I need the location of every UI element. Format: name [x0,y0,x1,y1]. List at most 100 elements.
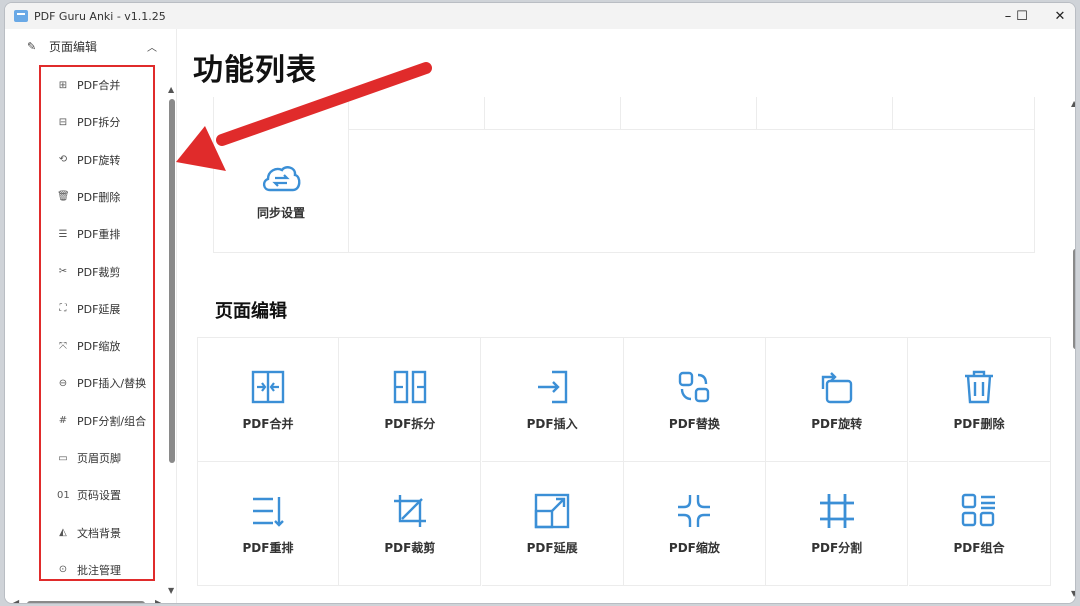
sidebar-item-13[interactable]: ⊙ 批注管理 [57,560,121,580]
sidebar-item-label: PDF合并 [77,79,121,92]
trash-icon: 🗑 [57,191,70,203]
feature-tile-label: PDF拆分 [384,417,436,431]
main-vertical-scrollbar[interactable] [1073,249,1075,349]
feature-tile-rotate[interactable]: PDF旋转 [766,338,909,462]
comment-icon: ⊙ [58,564,68,576]
scissors-icon: ✂ [58,266,68,277]
grid-split-icon [819,494,854,528]
feature-tile-label: PDF合并 [242,417,294,431]
feature-tile-label: PDF替换 [668,417,720,431]
feature-tile-label: PDF重排 [242,541,294,555]
insert-icon: ⊖ [58,377,68,389]
reorder-icon [253,497,284,527]
feature-tile-trash[interactable]: PDF删除 [908,338,1051,462]
app-logo-icon [14,10,28,22]
app-window: PDF Guru Anki - v1.1.25 – ☐ ✕ ✎ 页面编辑 ︿ ⊞… [4,2,1076,604]
feature-tile-crop[interactable]: PDF裁剪 [339,462,482,586]
sidebar-item-label: PDF删除 [77,190,121,204]
trash-icon [965,370,993,404]
feature-tile-label: PDF插入 [526,417,578,431]
crop-icon [393,495,426,527]
sidebar-item-0[interactable]: ⊞ PDF合并 [57,75,121,95]
main-content: 功能列表 同步设置 页面编辑 PDF合并 PDF拆分 PDF插入 PDF替换 PDF旋转… [177,29,1075,603]
chevron-up-icon[interactable]: ︿ [147,39,157,54]
paint-bucket-icon: ◭ [59,527,67,539]
sidebar-item-label: PDF旋转 [77,153,121,167]
feature-tile-insert[interactable]: PDF插入 [481,338,624,462]
feature-tile-scale[interactable]: PDF缩放 [623,462,766,586]
sidebar-item-8[interactable]: ⊖ PDF插入/替换 [57,373,146,393]
feature-tile-label: PDF裁剪 [384,541,436,555]
feature-tile-grid-split[interactable]: PDF分割 [766,462,909,586]
sidebar-item-12[interactable]: ◭ 文档背景 [57,523,121,543]
sidebar-section-label: 页面编辑 [49,39,98,54]
window-title: PDF Guru Anki - v1.1.25 [34,9,166,23]
merge-icon: ⊞ [58,79,68,91]
sidebar-item-7[interactable]: ⤧ PDF缩放 [57,336,120,356]
section-title: 页面编辑 [215,301,287,322]
sidebar-item-label: 文档背景 [77,526,121,540]
feature-tile-label: PDF旋转 [811,417,863,431]
feature-tile-combine[interactable]: PDF组合 [908,462,1051,586]
split-icon: ⊟ [58,116,68,128]
header-footer-icon: ▭ [58,452,68,464]
rotate-icon [821,372,852,404]
combine-icon [961,493,995,527]
feature-tile-merge[interactable]: PDF合并 [197,338,339,462]
sidebar-item-label: PDF分割/组合 [77,414,147,428]
cloud-sync-icon [262,165,301,191]
feature-tile-expand[interactable]: PDF延展 [481,462,624,586]
sidebar-item-label: 批注管理 [77,563,121,577]
sidebar: ✎ 页面编辑 ︿ ⊞ PDF合并 ⊟ PDF拆分 ⟲ PDF旋转 🗑 PDF删除 ☰ PDF重排 ✂… [5,29,177,603]
feature-tile-reorder[interactable]: PDF重排 [197,462,339,586]
page-number-icon: 01 [57,489,70,501]
title-bar: PDF Guru Anki - v1.1.25 – ☐ ✕ [5,3,1075,29]
feature-tile-label: PDF删除 [953,417,1005,431]
merge-icon [251,370,285,404]
sidebar-item-label: PDF延展 [77,302,121,316]
sidebar-item-6[interactable]: ⛶ PDF延展 [57,299,121,319]
sidebar-item-label: PDF重排 [77,228,121,242]
sidebar-item-label: PDF拆分 [77,116,121,130]
main-scroll-up-arrow[interactable]: ▲ [1071,99,1075,108]
sidebar-item-11[interactable]: 01 页码设置 [57,485,121,505]
sidebar-item-10[interactable]: ▭ 页眉页脚 [57,448,121,468]
hash-icon: # [58,415,68,427]
sidebar-item-label: PDF插入/替换 [77,377,147,391]
main-scroll-down-arrow[interactable]: ▼ [1071,589,1075,598]
scale-icon [678,495,711,527]
sidebar-item-9[interactable]: # PDF分割/组合 [57,411,146,431]
sidebar-section-page-edit[interactable]: ✎ 页面编辑 ︿ [27,35,157,57]
scroll-left-arrow[interactable]: ◀ [13,598,19,603]
sidebar-item-1[interactable]: ⊟ PDF拆分 [57,112,121,132]
feature-tile-label: PDF延展 [526,541,578,555]
sidebar-horizontal-scrollbar[interactable] [27,601,145,603]
split-icon [393,370,426,404]
scale-icon: ⤧ [59,340,67,352]
sync-settings-tile[interactable]: 同步设置 [214,129,348,253]
sidebar-item-label: PDF裁剪 [77,265,121,279]
sidebar-item-2[interactable]: ⟲ PDF旋转 [57,150,121,170]
scroll-right-arrow[interactable]: ▶ [155,598,161,603]
feature-grid: PDF合并 PDF拆分 PDF插入 PDF替换 PDF旋转 PDF删除 PDF重排 PDF裁剪… [197,337,1051,603]
sync-card: 同步设置 [213,97,1035,253]
feature-tile-label: PDF分割 [811,541,863,555]
reorder-icon: ☰ [58,228,68,240]
feature-tile-split[interactable]: PDF拆分 [339,338,482,462]
scroll-up-arrow[interactable]: ▲ [168,85,174,94]
sidebar-item-label: 页眉页脚 [77,452,121,465]
feature-tile-label: PDF缩放 [668,541,720,555]
sidebar-item-4[interactable]: ☰ PDF重排 [57,224,121,244]
sync-settings-label: 同步设置 [256,205,305,220]
feature-tile-replace[interactable]: PDF替换 [623,338,766,462]
rotate-icon: ⟲ [58,154,68,166]
close-button[interactable]: ✕ [1037,3,1075,29]
feature-tile-label: PDF组合 [953,541,1005,555]
scroll-down-arrow[interactable]: ▼ [168,586,174,595]
replace-icon [679,371,710,403]
sidebar-item-5[interactable]: ✂ PDF裁剪 [57,262,121,282]
sidebar-item-3[interactable]: 🗑 PDF删除 [57,187,120,207]
sidebar-vertical-scrollbar[interactable] [169,99,175,463]
sidebar-item-label: 页码设置 [77,489,121,503]
page-title: 功能列表 [193,53,317,88]
